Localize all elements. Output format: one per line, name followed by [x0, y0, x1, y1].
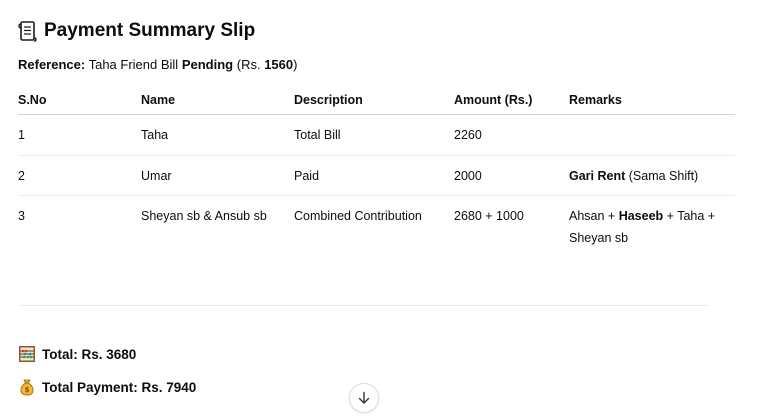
total-payment-line: $ Total Payment: Rs. 7940 [18, 378, 196, 396]
reference-line: Reference: Taha Friend Bill Pending (Rs.… [18, 57, 297, 73]
table-row: 2 Umar Paid 2000 Gari Rent (Sama Shift) [18, 155, 735, 196]
reference-amount-suffix: ) [293, 57, 298, 72]
cell-remarks: Gari Rent (Sama Shift) [569, 155, 735, 196]
column-header-description: Description [294, 86, 454, 115]
total-text: Total: Rs. 3680 [42, 346, 137, 362]
cell-description: Total Bill [294, 114, 454, 156]
cell-remarks: Ahsan + Haseeb + Taha + Sheyan sb [569, 195, 735, 252]
section-divider [18, 305, 710, 306]
cell-amount: 2680 + 1000 [454, 208, 524, 223]
column-header-name: Name [141, 86, 294, 115]
svg-text:$: $ [25, 386, 30, 394]
scroll-icon [18, 21, 37, 42]
table-header-row: S.No Name Description Amount (Rs.) Remar… [18, 86, 735, 115]
scroll-down-button[interactable] [349, 383, 379, 413]
total-line: Total: Rs. 3680 [18, 345, 136, 363]
cell-sno: 3 [18, 208, 25, 223]
cell-amount: 2260 [454, 114, 569, 156]
remarks-text: Haseeb [618, 208, 664, 223]
page-title: Payment Summary Slip [18, 18, 255, 44]
reference-amount: 1560 [264, 57, 294, 72]
cell-name: Umar [141, 155, 294, 196]
cell-description: Combined Contribution [294, 208, 422, 223]
cell-name: Sheyan sb & Ansub sb [141, 208, 267, 223]
remarks-text: Gari Rent [569, 168, 626, 183]
cell-amount: 2000 [454, 155, 569, 196]
table-row: 1 Taha Total Bill 2260 [18, 114, 735, 156]
arrow-down-icon [358, 391, 370, 404]
abacus-icon [19, 346, 35, 362]
table-row: 3 Sheyan sb & Ansub sb Combined Contribu… [18, 195, 735, 252]
cell-sno: 2 [18, 155, 141, 196]
money-bag-icon: $ [20, 379, 34, 396]
remarks-text: Ahsan + [569, 208, 619, 223]
column-header-sno: S.No [18, 86, 141, 115]
reference-amount-prefix: (Rs. [236, 57, 261, 72]
column-header-remarks: Remarks [569, 86, 735, 115]
payment-table: S.No Name Description Amount (Rs.) Remar… [18, 86, 735, 252]
cell-sno: 1 [18, 114, 141, 156]
cell-description: Paid [294, 155, 454, 196]
reference-status: Pending [181, 57, 234, 72]
reference-text: Taha Friend Bill [88, 57, 179, 72]
cell-name: Taha [141, 114, 294, 156]
reference-label: Reference: [18, 57, 86, 72]
column-header-amount: Amount (Rs.) [454, 86, 569, 115]
total-payment-text: Total Payment: Rs. 7940 [42, 379, 197, 395]
cell-remarks [569, 114, 735, 156]
title-text: Payment Summary Slip [44, 20, 256, 41]
remarks-text: (Sama Shift) [625, 168, 699, 183]
